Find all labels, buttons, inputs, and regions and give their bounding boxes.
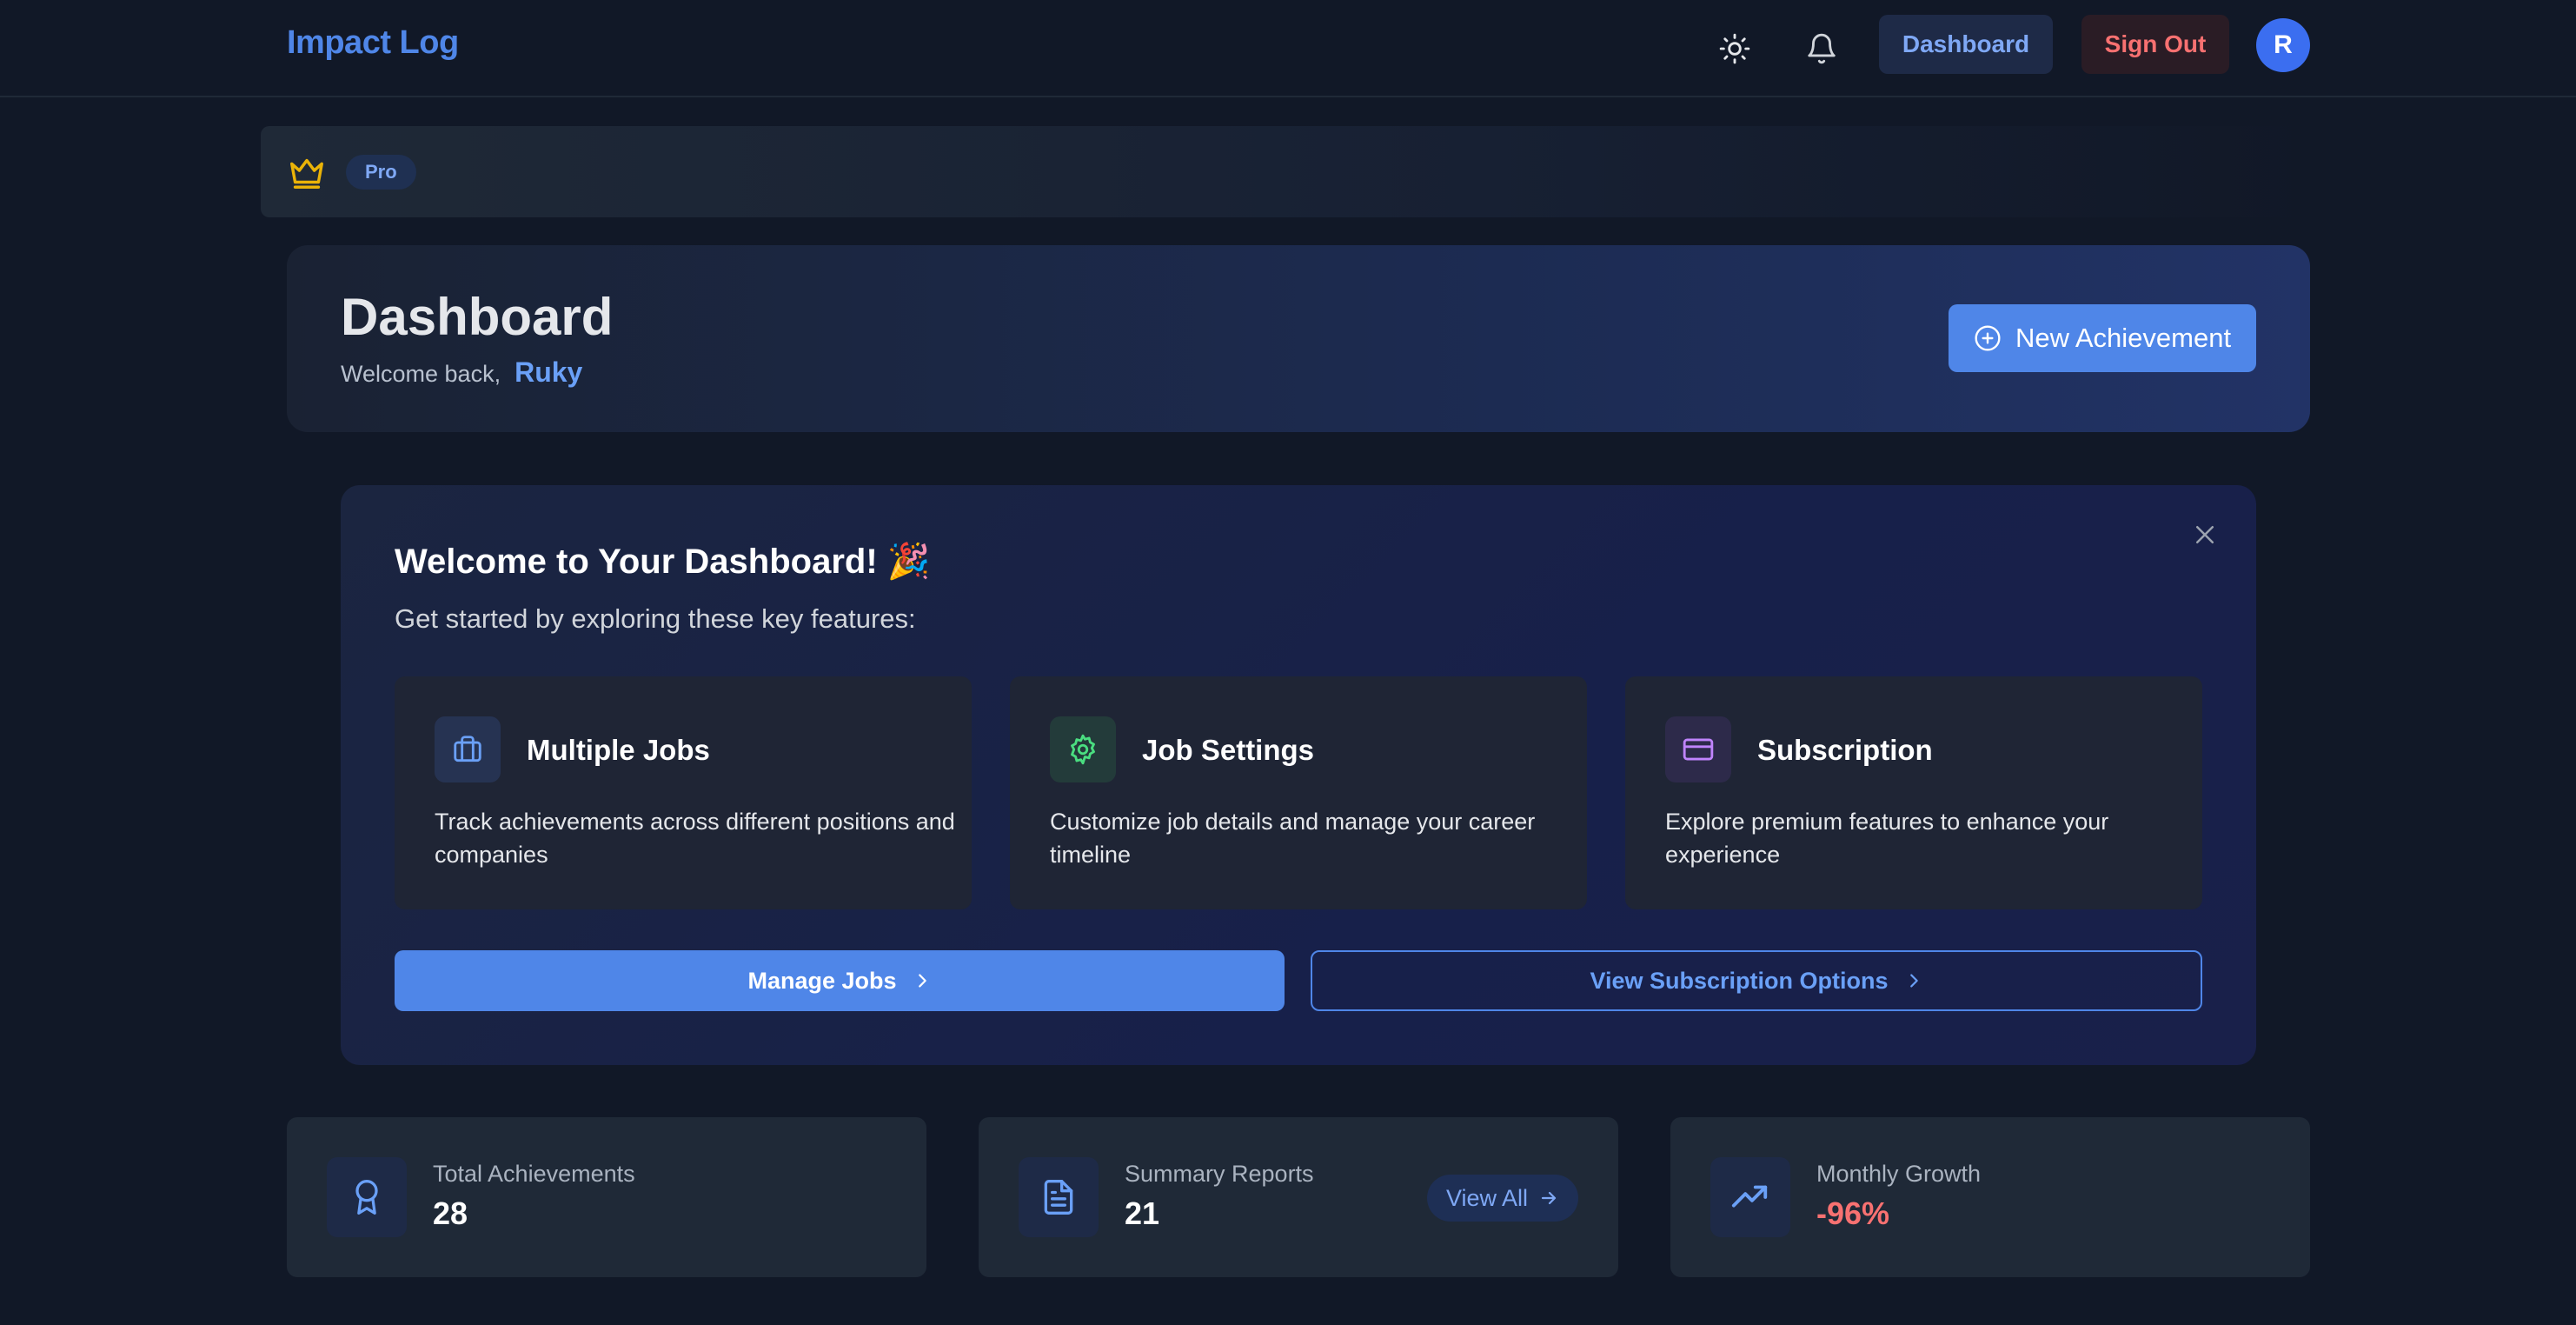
view-all-reports-button[interactable]: View All [1426,1175,1578,1222]
view-subscription-label: View Subscription Options [1590,967,1889,994]
gear-icon [1071,734,1095,765]
plan-status-bar: Pro [261,126,2310,217]
feature-card-subscription: Subscription Explore premium features to… [1625,676,2202,909]
stat-icon-wrap [327,1157,407,1237]
stat-value: 28 [433,1195,468,1231]
welcome-panel: Welcome to Your Dashboard! 🎉 Get started… [341,485,2256,1065]
bell-icon [1808,33,1836,64]
theme-toggle-button[interactable] [1710,24,1759,73]
chevron-right-icon [918,974,926,988]
stat-card-monthly-growth: Monthly Growth -96% [1670,1117,2310,1277]
feature-title: Subscription [1757,734,1933,766]
document-icon [1044,1180,1073,1215]
feature-title: Multiple Jobs [527,734,710,766]
stat-label: Monthly Growth [1816,1161,1982,1187]
feature-title: Job Settings [1142,734,1315,766]
credit-card-icon [1683,738,1714,761]
page-title: Dashboard [341,288,614,346]
brand-logo[interactable]: Impact Log [287,24,459,62]
feature-card-job-settings: Job Settings Customize job details and m… [1010,676,1587,909]
stat-value: -96% [1816,1195,1890,1231]
user-avatar[interactable]: R [2256,18,2310,72]
plus-circle-icon [1975,325,2001,351]
welcome-prefix: Welcome back, [341,361,501,387]
feature-icon-wrap [1050,716,1116,782]
feature-card-multiple-jobs: Multiple Jobs Track achievements across … [395,676,972,909]
stat-icon-wrap [1710,1157,1790,1237]
briefcase-icon [454,736,481,762]
stat-value: 21 [1125,1195,1160,1231]
chevron-right-icon [1909,974,1918,988]
sign-out-button[interactable]: Sign Out [2081,15,2229,74]
stat-label: Summary Reports [1125,1161,1314,1187]
arrow-right-icon [1541,1191,1557,1205]
sun-icon [1719,33,1750,64]
welcome-subtitle: Get started by exploring these key featu… [395,603,916,634]
feature-description: Track achievements across different posi… [435,809,955,868]
manage-jobs-label: Manage Jobs [747,967,897,994]
plan-badge: Pro [346,155,416,190]
view-subscription-button[interactable]: View Subscription Options [1311,950,2202,1011]
stat-icon-wrap [1019,1157,1099,1237]
stat-card-total-achievements: Total Achievements 28 [287,1117,926,1277]
view-all-label: View All [1445,1184,1528,1211]
feature-description: Customize job details and manage your ca… [1050,809,1536,868]
new-achievement-label: New Achievement [2015,323,2232,353]
close-icon[interactable] [2192,522,2218,548]
user-name: Ruky [515,356,583,388]
top-navbar: Impact Log Dashboard Sign Out R [0,0,2576,97]
stat-card-summary-reports: Summary Reports 21 View All [979,1117,1618,1277]
trending-up-icon [1731,1185,1768,1208]
manage-jobs-button[interactable]: Manage Jobs [395,950,1285,1011]
feature-description: Explore premium features to enhance your… [1665,809,2109,868]
stat-label: Total Achievements [433,1161,635,1187]
dashboard-header: Dashboard Welcome back, Ruky New Achieve… [287,245,2310,432]
crown-icon [290,158,323,189]
nav-dashboard-button[interactable]: Dashboard [1879,15,2053,74]
feature-icon-wrap [435,716,501,782]
notifications-button[interactable] [1797,24,1846,73]
welcome-title: Welcome to Your Dashboard! 🎉 [395,543,931,581]
welcome-message: Welcome back, Ruky [341,356,582,389]
award-icon [355,1180,378,1215]
new-achievement-button[interactable]: New Achievement [1949,304,2256,372]
feature-icon-wrap [1665,716,1731,782]
